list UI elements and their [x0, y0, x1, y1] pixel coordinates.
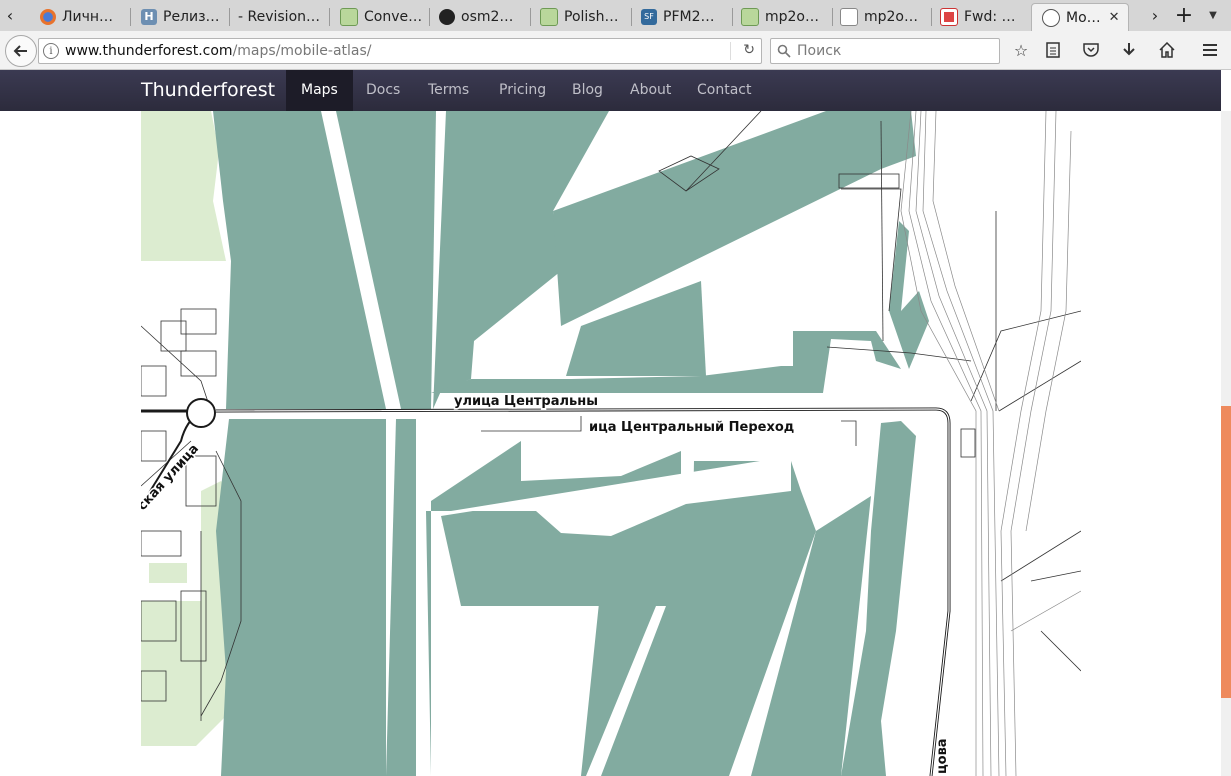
- navigation-toolbar: i www.thunderforest.com/maps/mobile-atla…: [0, 31, 1231, 70]
- url-divider: [730, 42, 731, 60]
- browser-tab[interactable]: mp2o…: [830, 3, 930, 30]
- site-brand-link[interactable]: Thunderforest: [141, 70, 275, 111]
- tab-title: mp2o…: [765, 8, 819, 25]
- browser-tab[interactable]: H Релиз…: [131, 3, 227, 30]
- street-label: ица Центральный Переход: [589, 420, 794, 435]
- all-tabs-menu-icon[interactable]: ▼: [1203, 2, 1223, 29]
- site-header: Thunderforest Maps Docs Terms Pricing Bl…: [0, 70, 1221, 111]
- url-text[interactable]: www.thunderforest.com/maps/mobile-atlas/: [65, 43, 372, 59]
- map-icon: [340, 7, 358, 26]
- browser-tab[interactable]: - Revision…: [228, 3, 328, 30]
- map-icon: [741, 7, 759, 26]
- home-icon[interactable]: [1157, 40, 1177, 60]
- gmail-icon: [940, 7, 958, 26]
- habr-icon: H: [141, 8, 157, 25]
- browser-tab[interactable]: osm2…: [429, 3, 529, 30]
- tab-title: PFM2…: [663, 8, 715, 25]
- nav-item-maps[interactable]: Maps: [286, 70, 353, 111]
- github-icon: [439, 8, 455, 25]
- tab-title: Conve…: [364, 8, 423, 25]
- map-canvas: улица Центральны ица Центральный Переход…: [141, 111, 1081, 776]
- nav-item-about[interactable]: About: [615, 70, 686, 111]
- thunderforest-icon: [1042, 8, 1060, 27]
- firefox-account-icon: [40, 8, 56, 25]
- sourceforge-icon: SF: [641, 8, 657, 25]
- browser-tab[interactable]: Личн…: [30, 3, 128, 30]
- scrollbar-thumb[interactable]: [1221, 406, 1231, 698]
- nav-item-contact[interactable]: Contact: [682, 70, 766, 111]
- search-icon: [777, 44, 791, 58]
- tab-title: Mo…: [1066, 9, 1101, 26]
- tab-title: Личн…: [62, 8, 114, 25]
- tab-title: mp2o…: [864, 8, 918, 25]
- tab-title: Fwd: …: [964, 8, 1016, 25]
- search-bar[interactable]: [770, 38, 1000, 64]
- arrow-left-icon: [13, 45, 27, 57]
- tab-scroll-left-button[interactable]: ‹: [0, 0, 20, 31]
- map-icon: [540, 7, 558, 26]
- browser-tab-active[interactable]: Mo… ✕: [1031, 3, 1129, 31]
- railway-lines: [900, 111, 1081, 776]
- info-icon[interactable]: i: [43, 43, 59, 59]
- new-tab-button[interactable]: +: [1172, 2, 1196, 29]
- url-path: /maps/mobile-atlas/: [232, 43, 372, 59]
- browser-tab[interactable]: Conve…: [330, 3, 428, 30]
- tab-title: Релиз…: [163, 8, 220, 25]
- reload-icon[interactable]: ↻: [743, 42, 755, 58]
- document-icon: [840, 7, 858, 26]
- tab-title: - Revision…: [238, 8, 321, 25]
- nav-item-blog[interactable]: Blog: [557, 70, 618, 111]
- close-tab-icon[interactable]: ✕: [1109, 10, 1120, 25]
- hamburger-menu-icon[interactable]: [1200, 40, 1220, 60]
- reading-list-icon[interactable]: [1043, 40, 1063, 60]
- url-bar[interactable]: i www.thunderforest.com/maps/mobile-atla…: [38, 38, 762, 64]
- street-label: улица Центральны: [454, 394, 598, 409]
- tab-title: Polish…: [564, 8, 619, 25]
- tab-strip: ‹ Личн… H Релиз… - Revision… Conve… osm2…: [0, 0, 1231, 32]
- bookmark-star-icon[interactable]: ☆: [1011, 40, 1031, 60]
- browser-tab[interactable]: Polish…: [530, 3, 630, 30]
- tab-title: osm2…: [461, 8, 514, 25]
- download-icon[interactable]: [1119, 40, 1139, 60]
- url-host: www.thunderforest.com: [65, 43, 233, 59]
- search-input[interactable]: [795, 42, 989, 60]
- street-label: цова: [935, 738, 950, 774]
- nav-item-pricing[interactable]: Pricing: [484, 70, 561, 111]
- pocket-icon[interactable]: [1081, 40, 1101, 60]
- water-areas: [213, 111, 929, 776]
- map-viewport[interactable]: улица Центральны ица Центральный Переход…: [141, 111, 1081, 776]
- browser-tab[interactable]: SF PFM2…: [631, 3, 731, 30]
- nav-item-docs[interactable]: Docs: [351, 70, 415, 111]
- browser-tab[interactable]: mp2o…: [731, 3, 831, 30]
- tab-scroll-right-button[interactable]: ›: [1145, 0, 1165, 31]
- nav-item-terms[interactable]: Terms: [413, 70, 484, 111]
- page-scrollbar[interactable]: [1221, 111, 1231, 776]
- browser-tab[interactable]: Fwd: …: [930, 3, 1030, 30]
- back-button[interactable]: [5, 35, 37, 67]
